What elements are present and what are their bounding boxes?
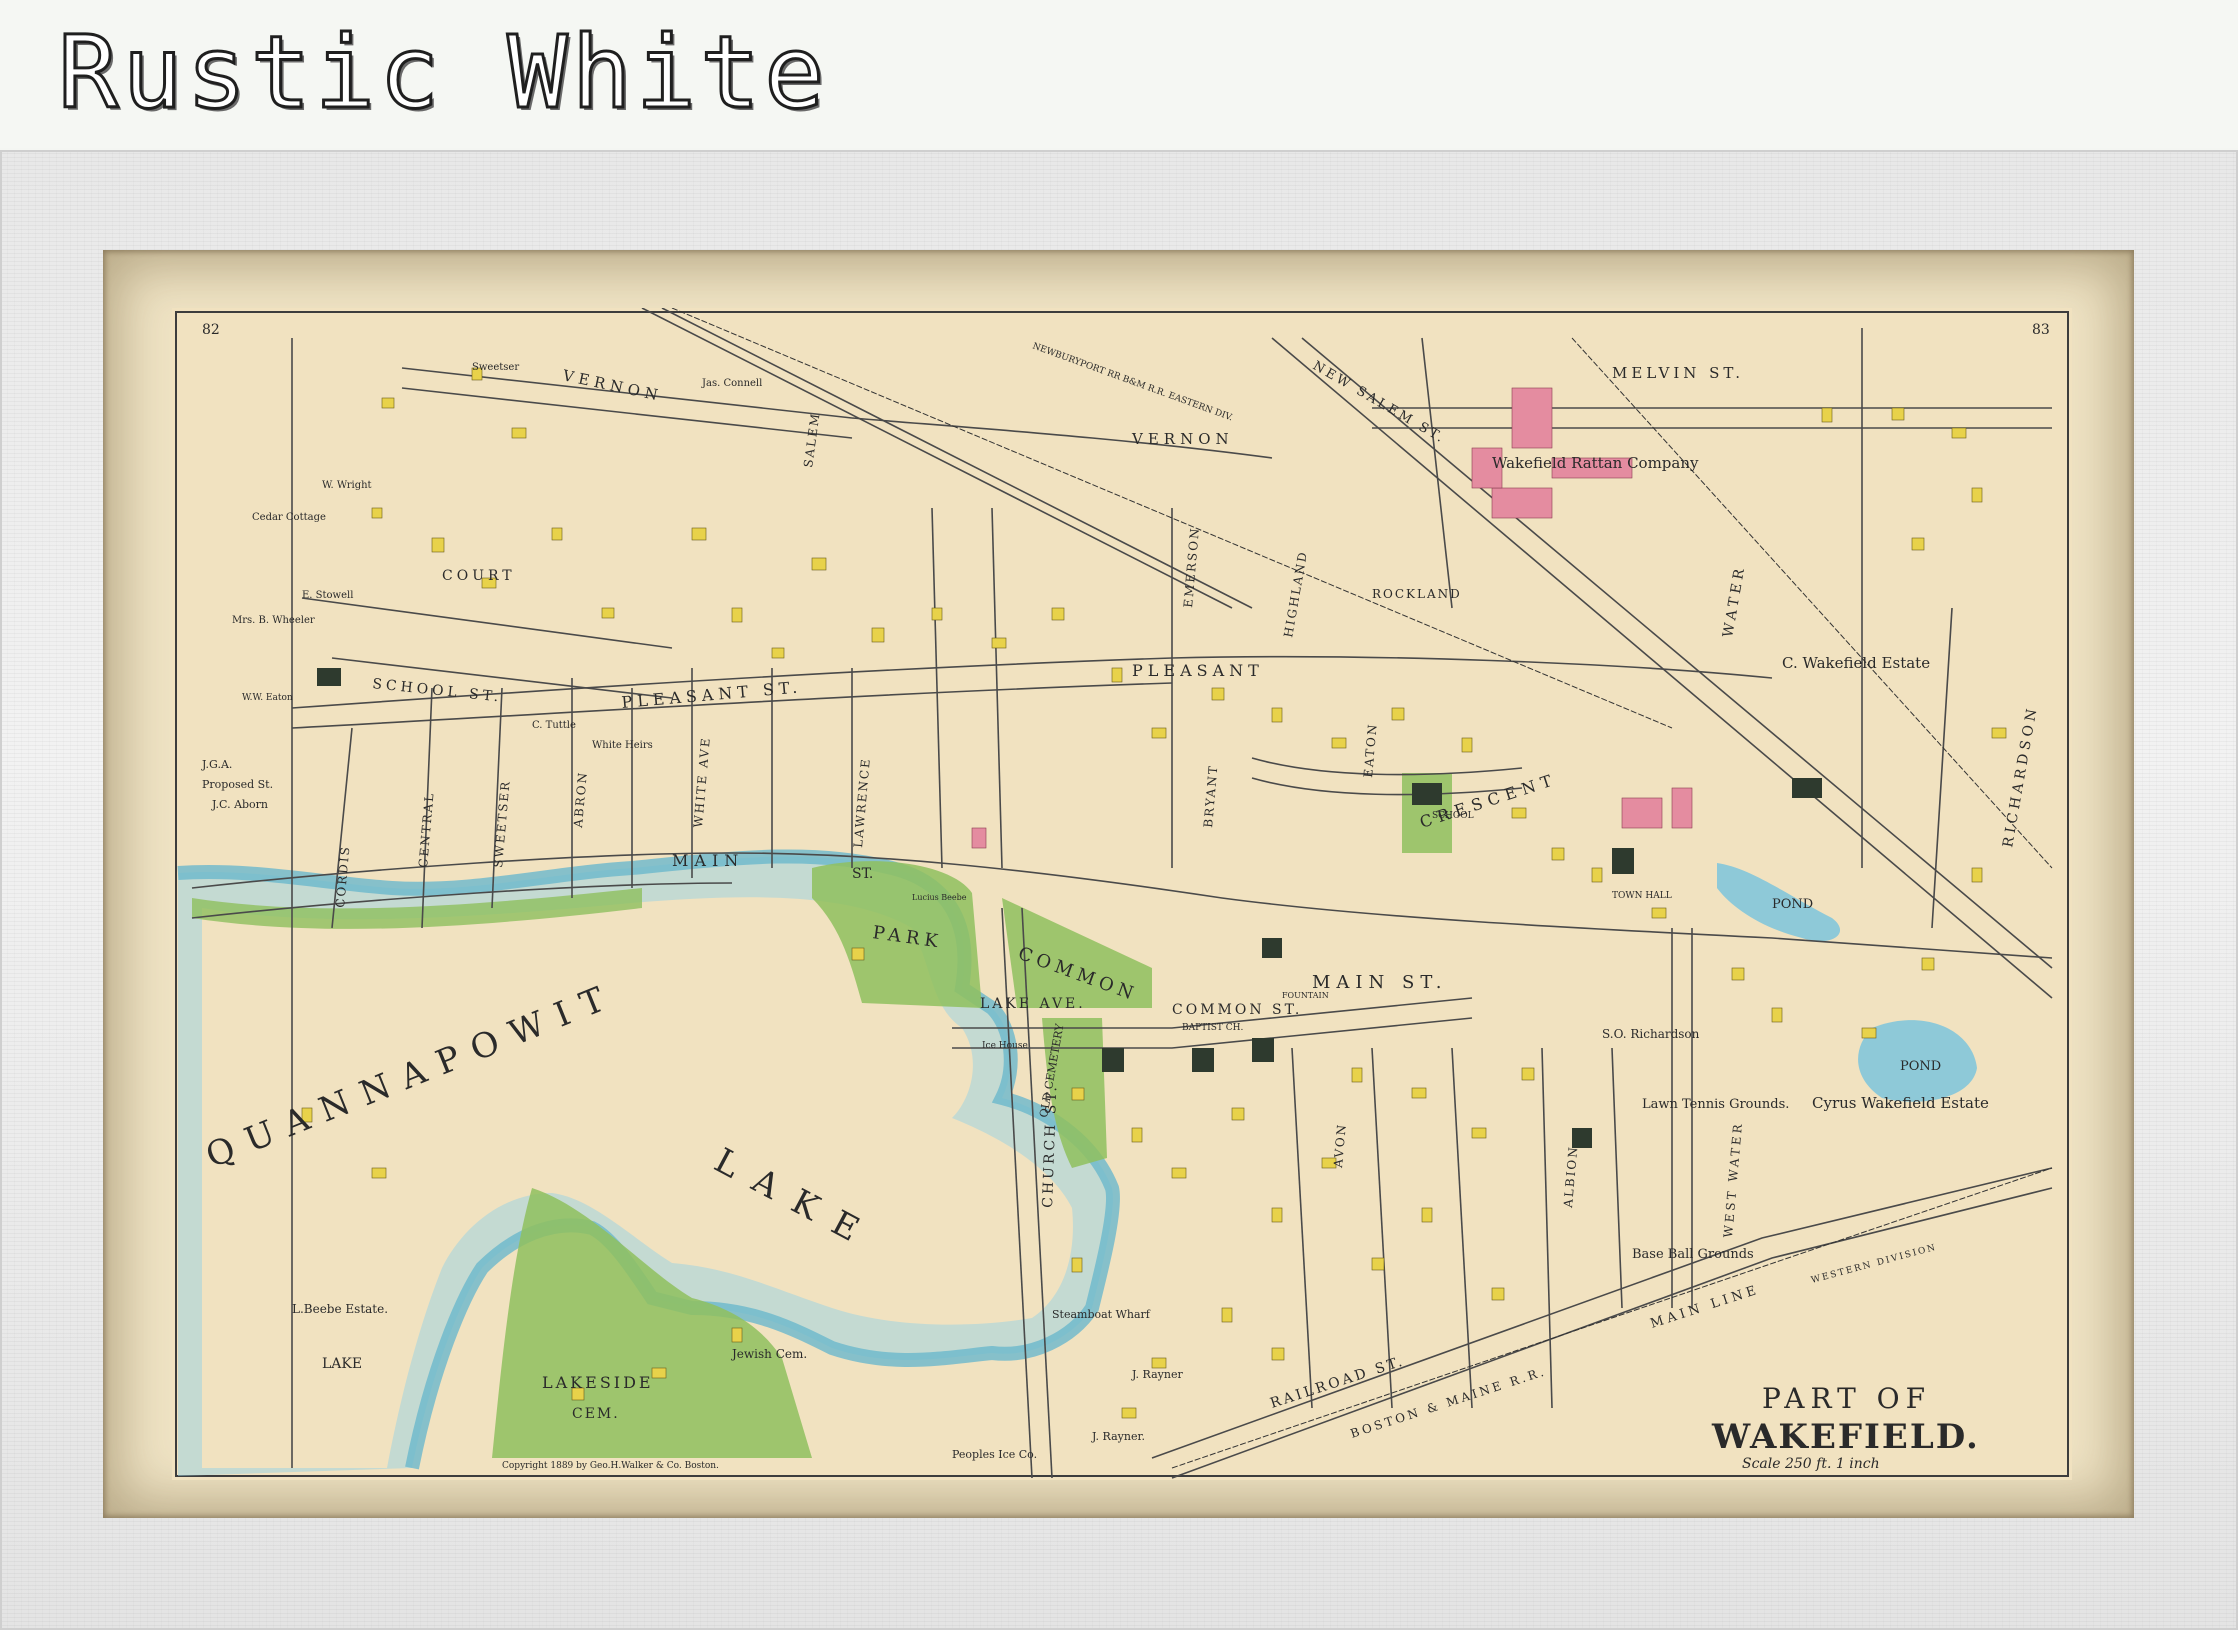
- label-rayner2: J. Rayner.: [1091, 1430, 1145, 1443]
- label-e-stowell: E. Stowell: [302, 590, 353, 601]
- label-proposed-st: Proposed St.: [202, 778, 273, 791]
- label-pond-upper: POND: [1772, 897, 1813, 912]
- label-ww-eaton: W.W. Eaton: [242, 693, 293, 703]
- street-common: COMMON ST.: [1172, 1002, 1302, 1018]
- label-rattan: Wakefield Rattan Company: [1492, 454, 1699, 472]
- banner: Rustic White: [0, 0, 2238, 148]
- label-school-a: SCHOOL: [1432, 811, 1474, 821]
- label-town-hall: TOWN HALL: [1612, 891, 1672, 901]
- banner-title: Rustic White: [56, 14, 829, 131]
- label-pond-lower: POND: [1900, 1059, 1941, 1074]
- page-number-left: 82: [202, 322, 220, 338]
- label-conwell: Jas. Connell: [701, 378, 762, 389]
- street-melvin: MELVIN ST.: [1612, 364, 1744, 382]
- street-pleasant-east: PLEASANT: [1132, 661, 1264, 680]
- map-scale: Scale 250 ft. 1 inch: [1742, 1456, 1880, 1472]
- street-main-west: MAIN: [672, 851, 744, 870]
- street-court: COURT: [442, 568, 516, 584]
- label-w-wright: W. Wright: [322, 480, 372, 491]
- label-sweetser-name: Sweetser: [472, 362, 519, 373]
- label-rayner: J. Rayner: [1131, 1368, 1183, 1381]
- label-lakeside-cem2: CEM.: [572, 1406, 620, 1422]
- label-steamboat: Steamboat Wharf: [1052, 1308, 1151, 1321]
- label-base-ball: Base Ball Grounds: [1632, 1247, 1754, 1262]
- label-jga: J.G.A.: [201, 758, 232, 771]
- wakefield-map: 82 83 QUANNAPOWIT LAKE POND POND LAKE MA…: [172, 308, 2072, 1480]
- label-baptist: BAPTIST CH.: [1182, 1023, 1243, 1033]
- map-copyright: Copyright 1889 by Geo.H.Walker & Co. Bos…: [502, 1461, 719, 1471]
- map-title-line2: WAKEFIELD.: [1711, 1417, 1980, 1457]
- label-jewish-cem: Jewish Cem.: [730, 1347, 807, 1361]
- label-lawn-tennis: Lawn Tennis Grounds.: [1642, 1097, 1789, 1112]
- label-lucius-beebe: Lucius Beebe: [912, 893, 967, 902]
- label-peoples-ice: Peoples Ice Co.: [952, 1448, 1037, 1461]
- label-ice-house: Ice House: [982, 1041, 1028, 1051]
- label-so-richardson: S.O. Richardson: [1602, 1027, 1700, 1041]
- label-fountain: FOUNTAIN: [1282, 991, 1329, 1000]
- label-jc-aborn: J.C. Aborn: [211, 798, 268, 811]
- label-white-heirs: White Heirs: [592, 740, 653, 751]
- street-main-east: MAIN ST.: [1312, 972, 1447, 993]
- label-lakeside-cem: LAKESIDE: [542, 1373, 654, 1392]
- map-title-line1: PART OF: [1762, 1382, 1931, 1415]
- label-mrs-wheeler: Mrs. B. Wheeler: [232, 615, 315, 626]
- street-main-st: ST.: [852, 866, 873, 882]
- label-cyrus-wakefield: Cyrus Wakefield Estate: [1812, 1094, 1989, 1112]
- label-tuttle: C. Tuttle: [532, 720, 576, 731]
- label-cedar-cottage: Cedar Cottage: [252, 512, 326, 523]
- page-number-right: 83: [2032, 322, 2050, 338]
- label-beebe-estate: L.Beebe Estate.: [292, 1302, 388, 1316]
- label-lake-small: LAKE: [322, 1356, 362, 1372]
- street-rockland: ROCKLAND: [1372, 587, 1462, 601]
- street-vernon-east: VERNON: [1131, 430, 1234, 448]
- label-c-wakefield: C. Wakefield Estate: [1782, 654, 1930, 672]
- street-lake-ave: LAKE AVE.: [980, 996, 1086, 1012]
